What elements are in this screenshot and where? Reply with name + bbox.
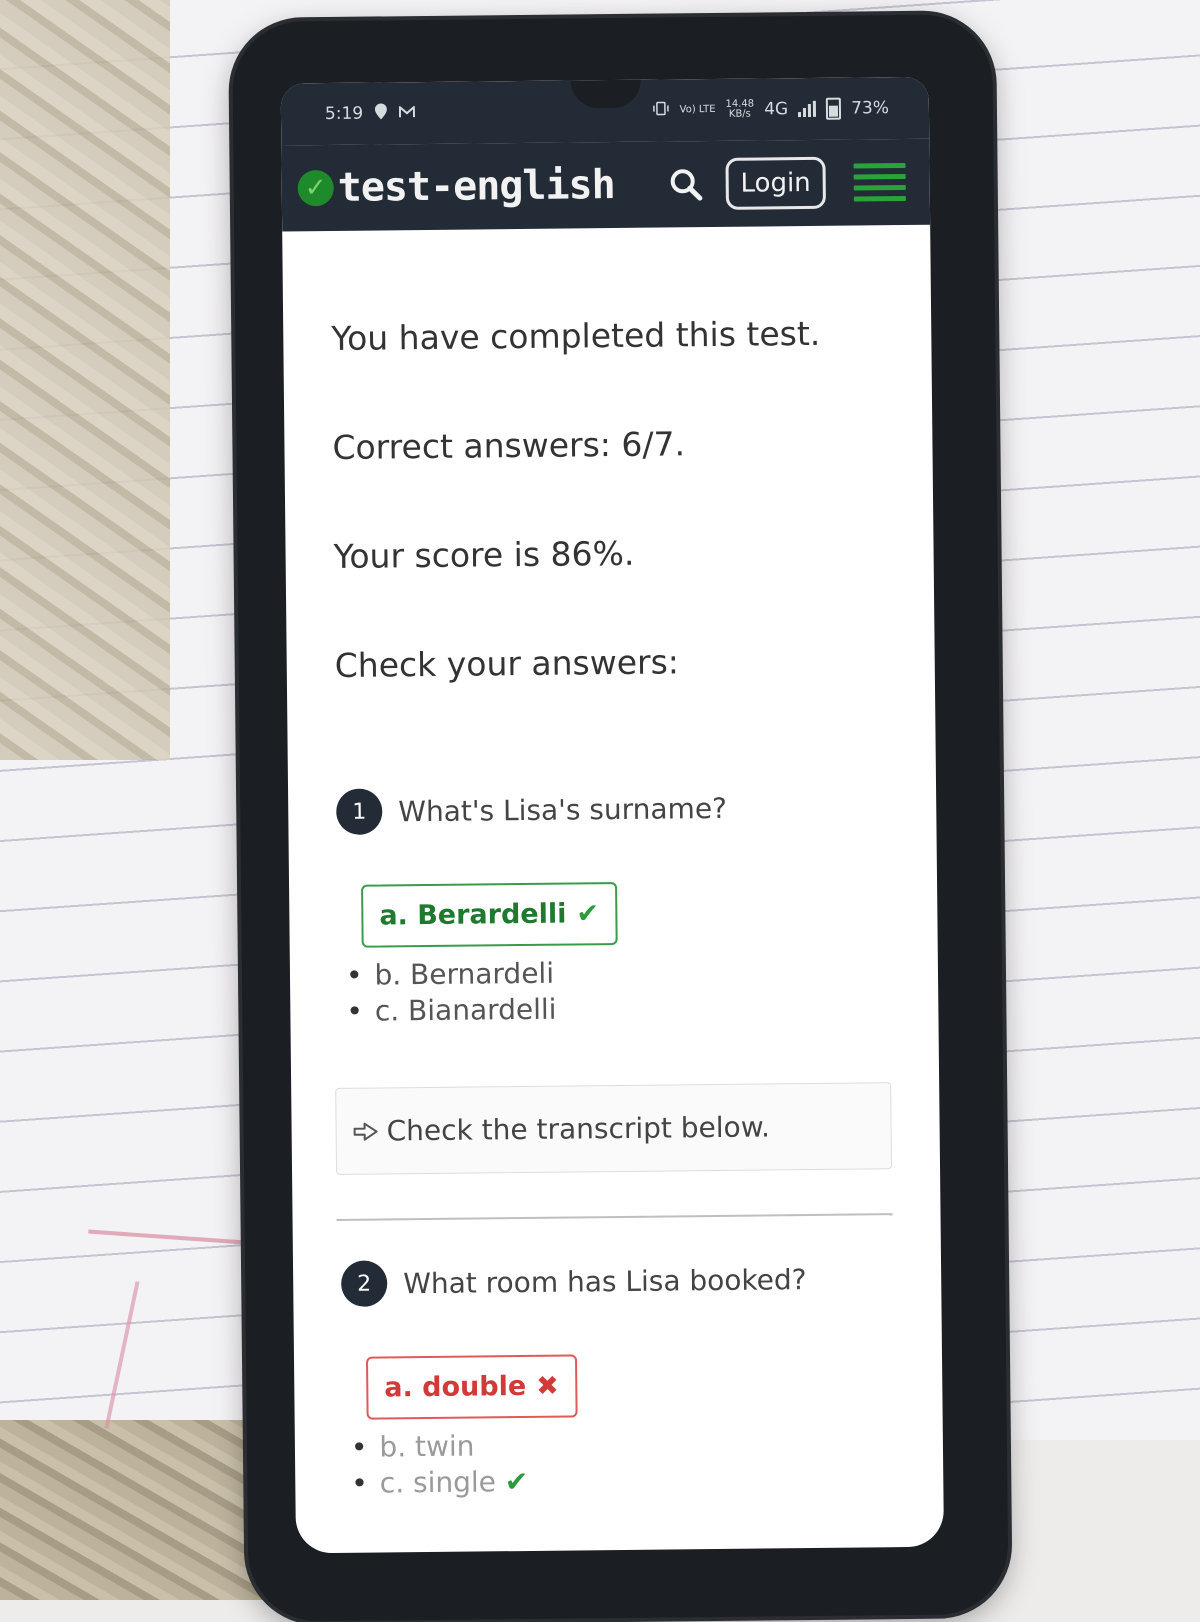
- selected-answer-label: a. double: [384, 1370, 527, 1404]
- arrow-right-icon: [353, 1122, 378, 1141]
- phone-screen: 5:19 Vo) LTE 14.48 KB/s 4G 73% ✓ test-en…: [280, 76, 945, 1554]
- network-type: 4G: [764, 99, 789, 120]
- logo-text: test-english: [337, 162, 615, 211]
- site-logo[interactable]: ✓ test-english: [297, 161, 664, 211]
- correct-answers-count: Correct answers: 6/7.: [332, 424, 686, 467]
- cross-icon: ✖: [536, 1370, 559, 1402]
- completed-message: You have completed this test.: [331, 313, 821, 358]
- menu-icon[interactable]: [853, 162, 906, 202]
- option-c-label: c. single: [379, 1465, 497, 1500]
- answer-options: b. twin c. single ✔: [351, 1424, 896, 1502]
- answer-options: b. Bernardeli c. Bianardelli: [346, 952, 891, 1030]
- question-2: 2 What room has Lisa booked?: [340, 1255, 893, 1307]
- site-header: ✓ test-english Login: [281, 138, 931, 232]
- battery-percent: 73%: [851, 98, 890, 119]
- selected-answer-correct[interactable]: a. Berardelli ✔: [361, 882, 618, 948]
- network-speed-unit: KB/s: [728, 108, 751, 120]
- check-answers-heading: Check your answers:: [334, 642, 680, 685]
- transcript-link-text: Check the transcript below.: [386, 1110, 771, 1148]
- network-speed: 14.48 KB/s: [725, 99, 754, 120]
- selected-answer-label: a. Berardelli: [379, 898, 567, 932]
- check-icon: ✔: [576, 898, 600, 930]
- option-c[interactable]: c. single ✔: [351, 1460, 895, 1502]
- question-divider: [336, 1213, 893, 1221]
- question-number: 2: [340, 1260, 388, 1307]
- question-text: What's Lisa's surname?: [398, 791, 728, 828]
- question-number: 1: [336, 788, 383, 835]
- score-text: Your score is 86%.: [333, 533, 635, 576]
- question-text: What room has Lisa booked?: [403, 1262, 807, 1300]
- status-right: Vo) LTE 14.48 KB/s 4G 73%: [652, 97, 890, 121]
- search-button[interactable]: [663, 162, 707, 206]
- option-b[interactable]: b. Bernardeli: [346, 952, 890, 994]
- option-b-label: b. twin: [379, 1429, 475, 1464]
- fabric-background: [0, 0, 170, 760]
- logo-check-icon: ✓: [297, 169, 334, 207]
- vibrate-icon: [652, 100, 670, 120]
- location-icon: [375, 102, 388, 124]
- option-c[interactable]: c. Bianardelli: [346, 988, 890, 1030]
- question-1: 1 What's Lisa's surname?: [336, 783, 888, 835]
- check-icon: ✔: [504, 1464, 529, 1499]
- status-left: 5:19: [324, 102, 416, 125]
- results-content: You have completed this test. Correct an…: [282, 225, 943, 1503]
- search-icon: [670, 169, 703, 201]
- signal-icon: [798, 100, 817, 118]
- volte-indicator: Vo) LTE: [679, 103, 716, 116]
- option-b[interactable]: b. twin: [351, 1424, 895, 1466]
- selected-answer-wrong[interactable]: a. double ✖: [365, 1354, 578, 1420]
- status-time: 5:19: [324, 103, 364, 125]
- login-button[interactable]: Login: [725, 156, 826, 210]
- battery-icon: [826, 97, 842, 120]
- gmail-icon: [399, 103, 416, 123]
- transcript-link[interactable]: Check the transcript below.: [335, 1082, 893, 1175]
- phone: 5:19 Vo) LTE 14.48 KB/s 4G 73% ✓ test-en…: [232, 14, 1009, 1622]
